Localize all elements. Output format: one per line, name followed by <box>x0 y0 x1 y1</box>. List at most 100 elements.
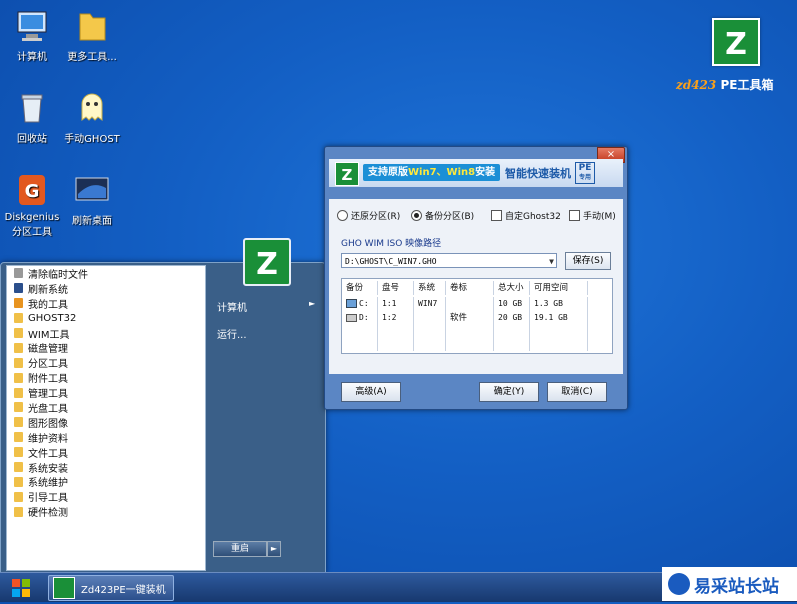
start-menu-logo: Z <box>243 238 291 286</box>
table-row[interactable]: D: 1:2 软件 20 GB 19.1 GB <box>342 311 612 325</box>
install-dialog: × Z 支持原版Win7、Win8安装 智能快速装机 PE 专用 还原分区(R) … <box>324 146 628 410</box>
computer-icon <box>14 8 50 44</box>
start-menu-item[interactable]: 分区工具 <box>7 355 205 370</box>
start-menu-item[interactable]: 引导工具 <box>7 489 205 504</box>
restart-options-button[interactable]: ► <box>267 541 281 557</box>
brand-name: PE工具箱 <box>720 78 774 92</box>
start-menu-item[interactable]: 维护资料 <box>7 430 205 445</box>
start-menu-computer-link[interactable]: 计算机 ► <box>217 299 315 314</box>
desktop-icon-recycle-bin[interactable]: 回收站 <box>0 90 64 145</box>
chevron-right-icon: ► <box>309 299 316 308</box>
radio-icon <box>337 210 348 221</box>
table-row[interactable]: C: 1:1 WIN7 10 GB 1.3 GB <box>342 297 612 311</box>
dialog-header: Z 支持原版Win7、Win8安装 智能快速装机 PE 专用 <box>329 159 623 187</box>
dialog-logo: Z <box>335 162 359 186</box>
checkbox-icon <box>569 210 580 221</box>
start-button[interactable] <box>6 575 36 601</box>
dialog-body: 还原分区(R) 备份分区(B) 自定Ghost32 手动(M) GHO WIM … <box>329 199 623 374</box>
start-menu-item[interactable]: 刷新系统 <box>7 281 205 296</box>
desktop-icon-more-tools[interactable]: 更多工具... <box>60 8 124 63</box>
folder-icon <box>14 432 23 443</box>
start-menu-item[interactable]: 硬件检测 <box>7 504 205 519</box>
radio-selected-icon <box>411 210 422 221</box>
start-menu-item[interactable]: 系统维护 <box>7 474 205 489</box>
brand-logo: Z <box>712 18 760 66</box>
restart-button[interactable]: 重启 <box>213 541 267 557</box>
recycle-bin-icon <box>14 90 50 126</box>
start-menu-item[interactable]: 附件工具 <box>7 370 205 385</box>
advanced-button[interactable]: 高级(A) <box>341 382 401 402</box>
ghost-icon <box>74 90 110 126</box>
start-menu-run-link[interactable]: 运行... <box>217 326 247 341</box>
folder-icon <box>74 8 110 44</box>
folder-icon <box>14 328 23 338</box>
svg-text:Z: Z <box>725 27 747 62</box>
refresh-icon <box>14 283 23 294</box>
toolbox-icon <box>14 298 23 309</box>
ok-button[interactable]: 确定(Y) <box>479 382 539 402</box>
start-menu-item[interactable]: 清除临时文件 <box>7 266 205 281</box>
chevron-down-icon[interactable]: ▼ <box>549 254 554 269</box>
folder-icon <box>14 387 23 398</box>
cancel-button[interactable]: 取消(C) <box>547 382 607 402</box>
windows-logo-icon <box>12 579 30 597</box>
desktop-icon-label: 更多工具... <box>67 52 117 63</box>
drive-icon <box>346 313 357 322</box>
svg-text:Z: Z <box>256 247 278 282</box>
folder-icon <box>14 506 23 517</box>
start-menu-item[interactable]: 磁盘管理 <box>7 340 205 355</box>
desktop-icon-label: 计算机 <box>17 52 47 63</box>
image-path-select[interactable]: D:\GHOST\C_WIN7.GHO ▼ <box>341 253 557 268</box>
start-menu-item[interactable]: 我的工具 <box>7 296 205 311</box>
table-header-row: 备份 盘号 系统 卷标 总大小 可用空间 <box>342 281 612 295</box>
folder-icon <box>14 476 23 487</box>
folder-icon <box>14 313 23 324</box>
system-drive-icon <box>346 299 357 308</box>
backup-partition-radio[interactable]: 备份分区(B) <box>411 209 474 222</box>
watermark-text: 易采站长站 <box>694 576 779 597</box>
start-menu-item[interactable]: WIM工具 <box>7 326 205 341</box>
start-menu-item[interactable]: 管理工具 <box>7 385 205 400</box>
watermark: 易采站长站 <box>662 567 797 601</box>
folder-icon <box>14 357 23 368</box>
start-menu-item[interactable]: 文件工具 <box>7 445 205 460</box>
chevron-right-icon: ► <box>270 544 278 553</box>
start-menu-item[interactable]: GHOST32 <box>7 311 205 326</box>
diskgenius-icon: G <box>14 172 50 208</box>
start-menu-item[interactable]: 图形图像 <box>7 415 205 430</box>
folder-icon <box>14 462 23 473</box>
desktop-icon-computer[interactable]: 计算机 <box>0 8 64 63</box>
desktop-icon-label: Diskgenius 分区工具 <box>4 212 60 238</box>
desktop-icon-label: 刷新桌面 <box>72 216 112 227</box>
folder-icon <box>14 342 23 353</box>
folder-icon <box>14 417 23 428</box>
image-path-label: GHO WIM ISO 映像路径 <box>341 239 442 249</box>
start-menu-list: 清除临时文件 刷新系统 我的工具 GHOST32 WIM工具 磁盘管理 分区工具… <box>6 265 206 571</box>
desktop-icon-manual-ghost[interactable]: 手动GHOST <box>60 90 124 145</box>
manual-checkbox[interactable]: 手动(M) <box>569 209 616 222</box>
folder-icon <box>14 447 23 458</box>
start-menu-item[interactable]: 系统安装 <box>7 460 205 475</box>
partition-table: 备份 盘号 系统 卷标 总大小 可用空间 C: 1:1 WIN7 10 GB 1… <box>341 278 613 354</box>
refresh-desktop-icon <box>74 172 110 208</box>
folder-icon <box>14 402 23 413</box>
desktop-icon-refresh-desktop[interactable]: 刷新桌面 <box>60 172 124 227</box>
taskbar-item-installer[interactable]: Zd423PE一键装机 <box>48 575 174 601</box>
desktop-icon-label: 手动GHOST <box>64 134 120 145</box>
restore-partition-radio[interactable]: 还原分区(R) <box>337 209 400 222</box>
slogan-banner: 支持原版Win7、Win8安装 <box>363 164 501 181</box>
svg-text:G: G <box>25 181 40 202</box>
custom-ghost32-checkbox[interactable]: 自定Ghost32 <box>491 209 561 222</box>
folder-icon <box>14 372 23 383</box>
start-menu-item[interactable]: 光盘工具 <box>7 400 205 415</box>
save-button[interactable]: 保存(S) <box>565 252 611 270</box>
folder-icon <box>14 491 23 502</box>
brand-text: zd423 PE工具箱 <box>676 76 773 93</box>
brand-logo-text: zd423 <box>676 78 717 92</box>
desktop-icon-label: 回收站 <box>17 134 47 145</box>
desktop-icon-diskgenius[interactable]: G Diskgenius 分区工具 <box>0 172 64 238</box>
start-menu-right-pane: 计算机 ► 运行... 重启 ► <box>207 263 325 573</box>
checkbox-icon <box>491 210 502 221</box>
zd423-logo-icon <box>53 577 75 599</box>
svg-text:Z: Z <box>342 166 353 184</box>
